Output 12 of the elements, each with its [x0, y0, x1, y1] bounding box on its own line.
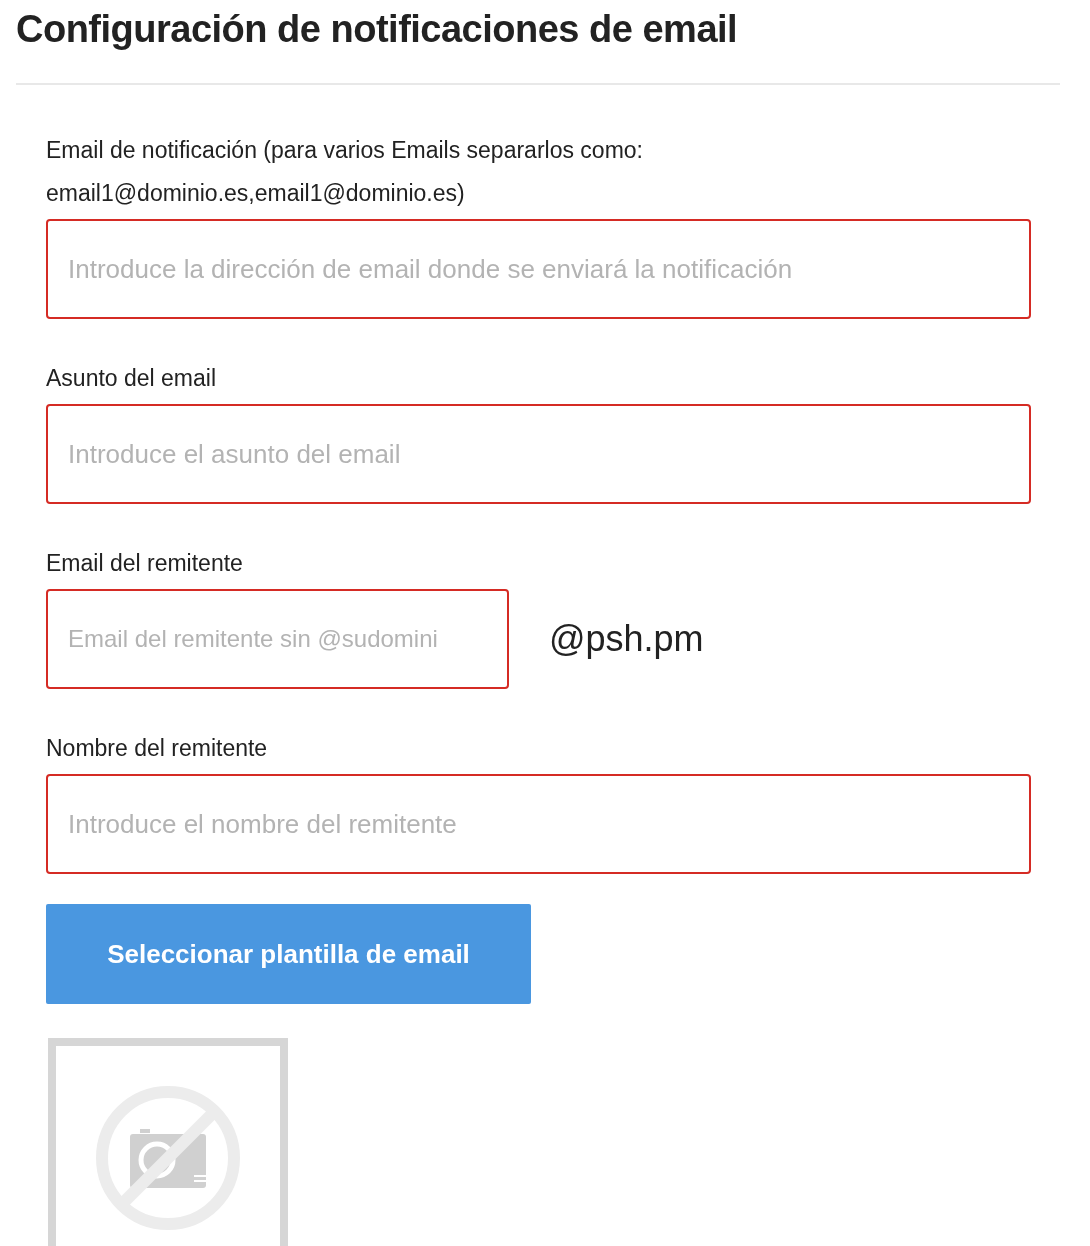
- text-field[interactable]: Introduce la dirección de email donde se enviará la notificación: [46, 219, 1031, 319]
- field-label: Asunto del email: [46, 364, 218, 393]
- page-title: Configuración de notificaciones de email: [16, 0, 1060, 85]
- no-photo-icon: [94, 1084, 242, 1232]
- text-field[interactable]: Email del remitente sin @sudomini: [46, 589, 509, 689]
- domain-suffix: @psh.pm: [549, 618, 704, 660]
- field-label: Email de notificación (para varios Emails separarlos como: email1@dominio.es,email1@dominio.es): [46, 136, 644, 208]
- field-label: Email del remitente: [46, 549, 244, 578]
- text-field[interactable]: Introduce el nombre del remitente: [46, 774, 1031, 874]
- text-field[interactable]: Introduce el asunto del email: [46, 404, 1031, 504]
- select-template-button[interactable]: Seleccionar plantilla de email: [46, 904, 531, 1004]
- field-label: Nombre del remitente: [46, 734, 269, 763]
